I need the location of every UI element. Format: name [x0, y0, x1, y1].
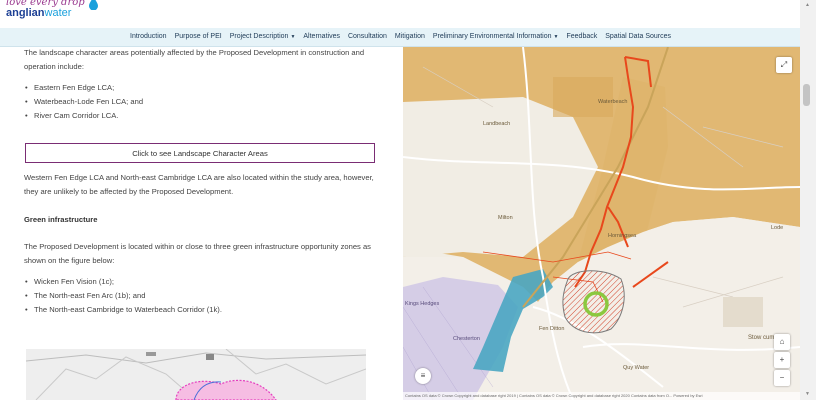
show-lca-button[interactable]: Click to see Landscape Character Areas [25, 143, 375, 163]
nav-item-purpose-of-pei[interactable]: Purpose of PEI [171, 28, 226, 46]
gi-heading: Green infrastructure [24, 215, 98, 224]
list-item: Wicken Fen Vision (1c); [25, 275, 374, 289]
nav-item-label: Purpose of PEI [174, 33, 222, 40]
map-attribution: Contains OS data © Crown Copyright and d… [403, 392, 800, 400]
zoom-out-button[interactable]: − [774, 370, 790, 386]
scroll-down-arrow[interactable]: ▼ [805, 391, 810, 397]
svg-text:Chesterton: Chesterton [453, 336, 480, 342]
list-item: The North-east Cambridge to Waterbeach C… [25, 303, 374, 317]
fullscreen-button[interactable]: ⤢ [776, 57, 792, 73]
list-item: Eastern Fen Edge LCA; [25, 81, 374, 95]
layer-list-button[interactable]: ≡ [415, 368, 431, 384]
nav-item-label: Introduction [130, 33, 167, 40]
gi-intro: The Proposed Development is located with… [24, 242, 371, 265]
water-drop-icon [89, 0, 98, 10]
page-scrollbar[interactable] [800, 0, 816, 400]
list-item: River Cam Corridor LCA. [25, 109, 374, 123]
nav-item-mitigation[interactable]: Mitigation [391, 28, 429, 46]
svg-text:Lode: Lode [771, 225, 783, 231]
nav-item-alternatives[interactable]: Alternatives [299, 28, 344, 46]
gi-list: Wicken Fen Vision (1c);The North-east Fe… [24, 275, 374, 317]
svg-text:Kings Hedges: Kings Hedges [405, 301, 439, 307]
nav-item-label: Spatial Data Sources [605, 33, 671, 40]
interactive-map[interactable]: Waterbeach Landbeach Milton Kings Hedges… [403, 47, 800, 400]
svg-text:Quy Water: Quy Water [623, 365, 649, 371]
nav-item-introduction[interactable]: Introduction [126, 28, 171, 46]
nav-list: Introduction Purpose of PEI Project Descri… [126, 28, 675, 46]
lca-list: Eastern Fen Edge LCA;Waterbeach-Lode Fen… [24, 81, 374, 123]
header-strip: love every drop anglianwater [0, 0, 816, 28]
nav-item-label: Alternatives [303, 33, 340, 40]
zoom-in-button[interactable]: + [774, 352, 790, 368]
svg-text:Landbeach: Landbeach [483, 121, 510, 127]
svg-text:Horningsea: Horningsea [608, 233, 637, 239]
anglian-water-logo[interactable]: love every drop anglianwater [6, 0, 85, 19]
nav-item-label: Mitigation [394, 33, 425, 40]
scroll-up-arrow[interactable]: ▲ [805, 2, 810, 8]
nav-item-consultation[interactable]: Consultation [344, 28, 391, 46]
svg-text:Fen Ditton: Fen Ditton [539, 326, 564, 332]
list-item: The North-east Fen Arc (1b); and [25, 289, 374, 303]
nav-item-preliminary-environmental-information[interactable]: Preliminary Environmental Information ▼ [429, 28, 563, 46]
article-content: The landscape character areas potentiall… [24, 46, 374, 123]
lca-intro: The landscape character areas potentiall… [24, 48, 365, 71]
nav-item-spatial-data-sources[interactable]: Spatial Data Sources [601, 28, 675, 46]
scrollbar-thumb[interactable] [803, 84, 810, 106]
logo-wordmark: anglianwater [6, 7, 72, 19]
gi-figure-thumbnail[interactable] [26, 349, 366, 400]
list-item: Waterbeach-Lode Fen LCA; and [25, 95, 374, 109]
svg-text:Waterbeach: Waterbeach [598, 99, 627, 105]
nav-item-label: Consultation [347, 33, 387, 40]
other-lca-text: Western Fen Edge LCA and North-east Camb… [24, 173, 374, 196]
article-content-2: Western Fen Edge LCA and North-east Camb… [24, 171, 374, 317]
chevron-down-icon: ▼ [553, 34, 559, 40]
svg-text:Milton: Milton [498, 215, 513, 221]
nav-item-project-description[interactable]: Project Description ▼ [226, 28, 300, 46]
nav-item-label: Feedback [566, 33, 598, 40]
nav-item-label: Preliminary Environmental Information [432, 33, 552, 40]
map-canvas: Waterbeach Landbeach Milton Kings Hedges… [403, 47, 800, 400]
home-button[interactable]: ⌂ [774, 334, 790, 350]
gi-figure-image [26, 349, 366, 400]
nav-item-feedback[interactable]: Feedback [562, 28, 601, 46]
chevron-down-icon: ▼ [290, 34, 296, 40]
nav-item-label: Project Description [229, 33, 289, 40]
main-nav: Introduction Purpose of PEI Project Descri… [0, 28, 808, 47]
